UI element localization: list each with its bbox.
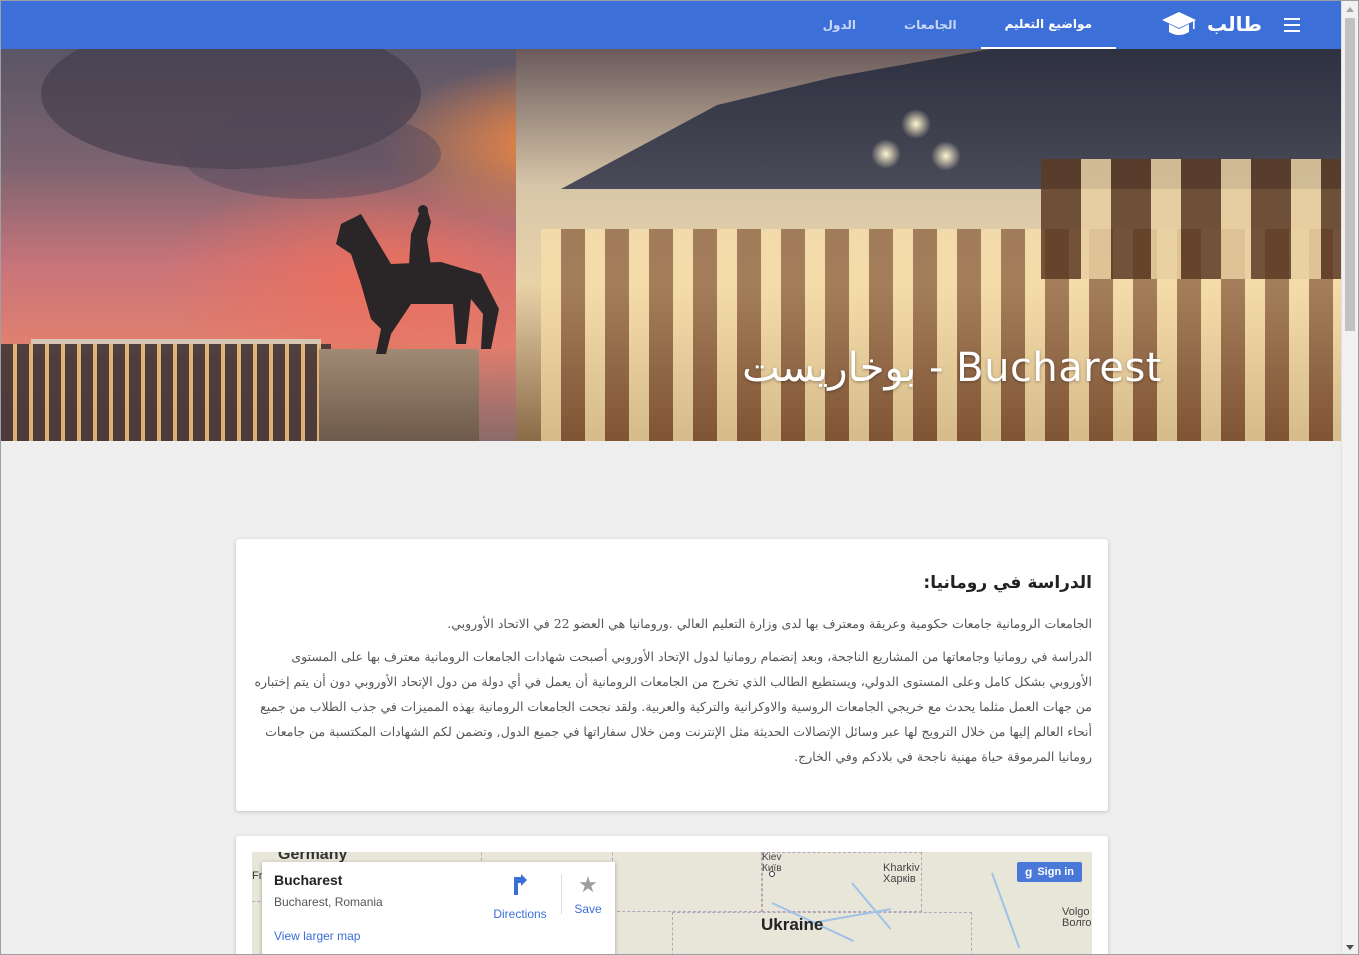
left-building xyxy=(1,344,331,441)
browser-viewport: طالب مواضيع التعليم الجامعات الدول بوخار… xyxy=(0,0,1359,955)
top-navbar: طالب مواضيع التعليم الجامعات الدول xyxy=(1,1,1342,49)
statue-pedestal xyxy=(319,349,479,441)
directions-button[interactable]: Directions xyxy=(490,874,550,921)
article-card: الدراسة في رومانيا: الجامعات الرومانية ج… xyxy=(236,539,1108,811)
city-marker-kiev xyxy=(769,871,775,877)
map-card: Germany Fr Kiev Київ Ukraine Kharkiv Харкі… xyxy=(236,836,1108,954)
tab-label: الجامعات xyxy=(904,18,957,32)
tab-education-topics[interactable]: مواضيع التعليم xyxy=(980,1,1116,49)
tab-universities[interactable]: الجامعات xyxy=(880,1,981,49)
tab-label: مواضيع التعليم xyxy=(1004,17,1092,31)
map-label-volgo: Volgo Волго xyxy=(1062,906,1092,929)
view-larger-map-link[interactable]: View larger map xyxy=(274,929,360,943)
sign-in-label: Sign in xyxy=(1037,866,1074,878)
scrollbar-thumb[interactable] xyxy=(1345,18,1355,331)
equestrian-statue xyxy=(336,205,499,354)
tab-label: الدول xyxy=(822,18,857,32)
scroll-up-arrow-icon[interactable] xyxy=(1346,7,1354,12)
map-label-fr: Fr xyxy=(252,870,263,882)
nav-tabs: مواضيع التعليم الجامعات الدول xyxy=(799,1,1116,49)
hero-title: بوخاريست - Bucharest xyxy=(742,345,1162,391)
article-paragraph: الجامعات الرومانية جامعات حكومية وعريقة … xyxy=(447,616,1092,631)
place-address: Bucharest, Romania xyxy=(274,895,383,909)
vertical-scrollbar[interactable] xyxy=(1341,1,1358,954)
map-info-window: Bucharest Bucharest, Romania View larger… xyxy=(262,862,615,954)
place-name: Bucharest xyxy=(274,872,343,888)
scroll-down-arrow-icon[interactable] xyxy=(1346,945,1354,950)
map-sign-in-button[interactable]: g Sign in xyxy=(1016,862,1082,882)
brand-logo[interactable]: طالب xyxy=(1161,9,1262,39)
article-paragraph: الدراسة في رومانيا وجامعاتها من المشاريع… xyxy=(254,649,1092,764)
brand-name: طالب xyxy=(1206,12,1262,36)
hamburger-menu-icon[interactable] xyxy=(1282,14,1302,36)
tab-countries[interactable]: الدول xyxy=(799,1,880,49)
save-button[interactable]: ★ Save xyxy=(568,872,608,917)
hero-banner-image: بوخاريست - Bucharest xyxy=(1,49,1342,441)
save-label: Save xyxy=(574,902,602,916)
star-icon: ★ xyxy=(578,872,598,897)
graduation-cap-icon xyxy=(1161,12,1196,35)
map-label-kharkiv: Kharkiv Харків xyxy=(883,862,920,885)
directions-icon xyxy=(514,874,527,895)
article-heading: الدراسة في رومانيا: xyxy=(923,573,1092,593)
embedded-map[interactable]: Germany Fr Kiev Київ Ukraine Kharkiv Харкі… xyxy=(252,852,1092,954)
google-g-icon: g xyxy=(1024,865,1033,879)
map-label-ukraine: Ukraine xyxy=(761,915,824,934)
directions-label: Directions xyxy=(493,907,547,921)
